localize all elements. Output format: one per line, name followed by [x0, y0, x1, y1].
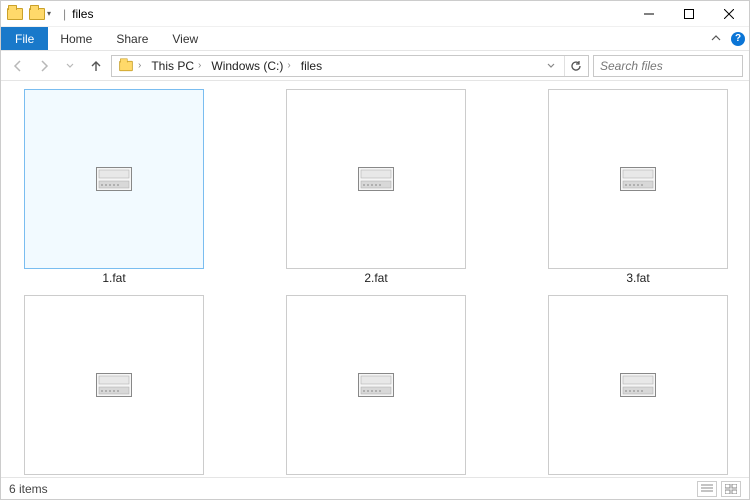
navigation-bar: › This PC › Windows (C:) › files Search …: [1, 51, 749, 81]
help-button[interactable]: ?: [727, 27, 749, 50]
up-button[interactable]: [85, 55, 107, 77]
file-item[interactable]: 1.fat: [13, 89, 215, 285]
file-item[interactable]: 2.fat: [275, 89, 477, 285]
view-toggle: [697, 481, 741, 497]
qat-dropdown-icon[interactable]: ▾: [47, 9, 51, 18]
file-item[interactable]: 5.fat: [275, 295, 477, 477]
maximize-button[interactable]: [669, 1, 709, 26]
file-thumbnail: [24, 295, 204, 475]
breadcrumb-root-icon[interactable]: ›: [114, 60, 145, 72]
generic-file-icon: [620, 167, 656, 191]
separator: |: [63, 7, 66, 21]
generic-file-icon: [96, 373, 132, 397]
recent-locations-icon[interactable]: [59, 55, 81, 77]
file-item[interactable]: 3.fat: [537, 89, 739, 285]
minimize-button[interactable]: [629, 1, 669, 26]
file-thumbnail: [286, 295, 466, 475]
tab-file[interactable]: File: [1, 27, 48, 50]
details-view-button[interactable]: [697, 481, 717, 497]
close-button[interactable]: [709, 1, 749, 26]
generic-file-icon: [358, 167, 394, 191]
breadcrumb-drive[interactable]: Windows (C:) ›: [207, 59, 294, 73]
breadcrumb-folder[interactable]: files: [297, 59, 326, 73]
file-list[interactable]: 1.fat 2.fat 3.fat 4.fat 5.fat: [1, 81, 749, 477]
search-placeholder: Search files: [600, 59, 663, 73]
back-button[interactable]: [7, 55, 29, 77]
window-title: files: [72, 7, 93, 21]
tab-share[interactable]: Share: [104, 27, 160, 50]
item-count: 6 items: [9, 482, 48, 496]
tab-view[interactable]: View: [160, 27, 210, 50]
tab-home[interactable]: Home: [48, 27, 104, 50]
breadcrumb-this-pc[interactable]: This PC ›: [147, 59, 205, 73]
quick-access-toolbar: ▾: [1, 8, 57, 20]
status-bar: 6 items: [1, 477, 749, 499]
breadcrumb-label: files: [301, 59, 322, 73]
generic-file-icon: [358, 373, 394, 397]
title-bar: ▾ | files: [1, 1, 749, 27]
folder-icon: [29, 8, 45, 20]
search-input[interactable]: Search files: [593, 55, 743, 77]
file-thumbnail: [24, 89, 204, 269]
file-name: 3.fat: [626, 271, 649, 285]
ribbon-tabs: File Home Share View ?: [1, 27, 749, 51]
thumbnails-view-button[interactable]: [721, 481, 741, 497]
generic-file-icon: [96, 167, 132, 191]
file-thumbnail: [548, 89, 728, 269]
file-thumbnail: [548, 295, 728, 475]
breadcrumb-label: This PC: [151, 59, 194, 73]
refresh-button[interactable]: [564, 56, 586, 76]
ribbon-collapse-icon[interactable]: [705, 27, 727, 50]
file-item[interactable]: 6.fat: [537, 295, 739, 477]
address-bar[interactable]: › This PC › Windows (C:) › files: [111, 55, 589, 77]
window-controls: [629, 1, 749, 26]
file-item[interactable]: 4.fat: [13, 295, 215, 477]
forward-button[interactable]: [33, 55, 55, 77]
address-dropdown-icon[interactable]: [540, 55, 562, 77]
breadcrumb-label: Windows (C:): [211, 59, 283, 73]
folder-icon: [7, 8, 23, 20]
file-name: 1.fat: [102, 271, 125, 285]
file-thumbnail: [286, 89, 466, 269]
generic-file-icon: [620, 373, 656, 397]
file-name: 2.fat: [364, 271, 387, 285]
